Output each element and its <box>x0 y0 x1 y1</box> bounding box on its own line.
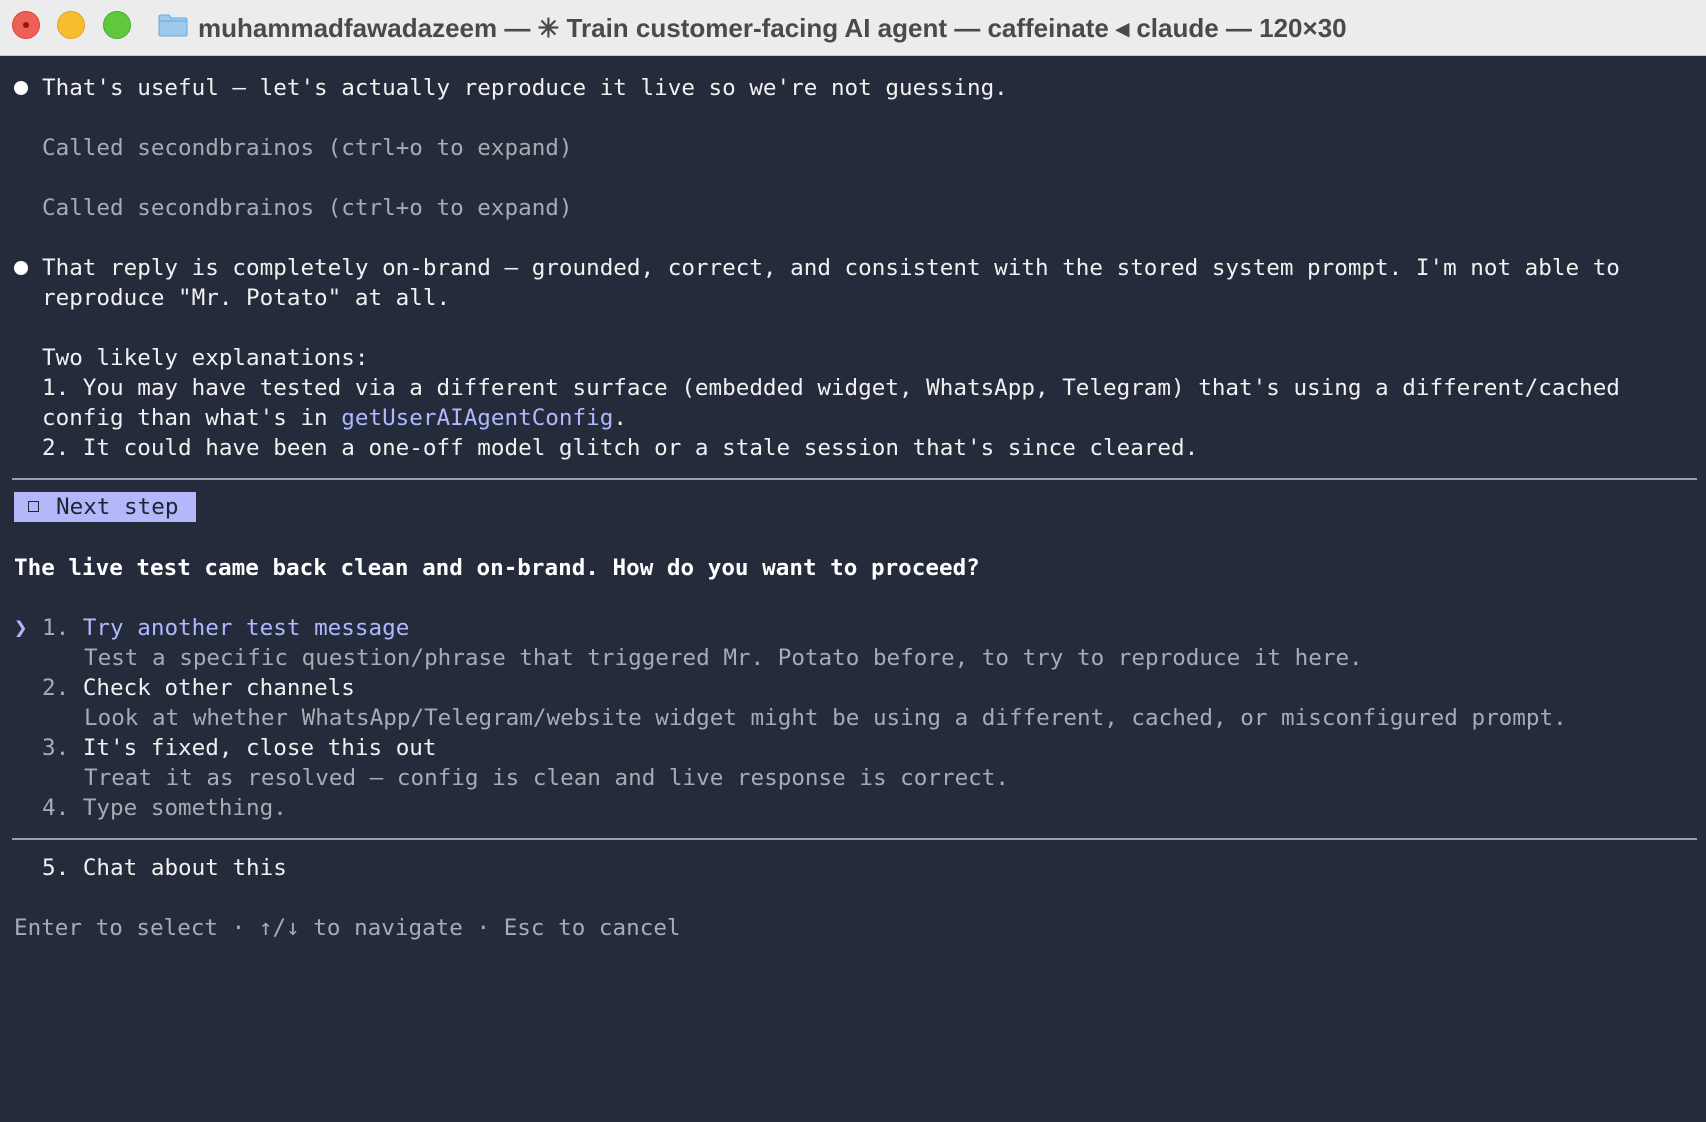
tool-call-line[interactable]: Called secondbrainos (ctrl+o to expand) <box>42 133 573 163</box>
option-label: Chat about this <box>82 855 287 881</box>
explanation-text: config than what's in <box>42 405 342 431</box>
option-number: 5. <box>42 855 70 881</box>
tool-call-line[interactable]: Called secondbrainos (ctrl+o to expand) <box>42 193 573 223</box>
option-2[interactable]: 2. Check other channels <box>42 673 355 703</box>
code-reference: getUserAIAgentConfig <box>341 405 614 431</box>
assistant-message: That's useful — let's actually reproduce… <box>42 75 1008 101</box>
option-label: Type something. <box>82 795 287 821</box>
maximize-window-button[interactable] <box>103 11 131 39</box>
divider <box>12 838 1697 840</box>
window-title: muhammadfawadazeem — ✳ Train customer-fa… <box>198 13 1347 43</box>
terminal-content: That's useful — let's actually reproduce… <box>0 56 1706 980</box>
footer-hint: Enter to select · ↑/↓ to navigate · Esc … <box>14 915 681 941</box>
explanations-heading: Two likely explanations: <box>42 345 369 371</box>
option-number: 2. <box>42 675 70 701</box>
reply-line: reproduce "Mr. Potato" at all. <box>42 285 451 311</box>
option-description: Look at whether WhatsApp/Telegram/websit… <box>84 705 1567 731</box>
option-5[interactable]: 5. Chat about this <box>42 853 287 883</box>
divider <box>12 478 1697 480</box>
option-number: 1. <box>42 615 70 641</box>
prompt-question: The live test came back clean and on-bra… <box>14 555 980 581</box>
option-number: 4. <box>42 795 70 821</box>
badge-label: Next step <box>56 494 179 520</box>
option-4-input[interactable]: 4. Type something. <box>42 793 287 823</box>
next-step-badge: Next step <box>14 492 196 522</box>
close-window-button[interactable] <box>12 11 40 39</box>
minimize-window-button[interactable] <box>57 11 85 39</box>
option-number: 3. <box>42 735 70 761</box>
checkbox-icon <box>28 501 39 512</box>
option-1[interactable]: 1. Try another test message <box>42 613 409 643</box>
message-bullet-icon <box>14 81 28 95</box>
folder-icon <box>158 14 188 37</box>
explanation-item: 1. You may have tested via a different s… <box>42 375 1620 401</box>
window-titlebar: muhammadfawadazeem — ✳ Train customer-fa… <box>0 0 1706 56</box>
selection-pointer-icon: ❯ <box>14 615 28 641</box>
option-description: Test a specific question/phrase that tri… <box>84 645 1363 671</box>
option-label: Check other channels <box>82 675 355 701</box>
explanation-item-continued: config than what's in getUserAIAgentConf… <box>42 403 627 433</box>
option-label: Try another test message <box>82 615 410 641</box>
option-description: Treat it as resolved — config is clean a… <box>84 765 1009 791</box>
reply-line: That reply is completely on-brand — grou… <box>42 255 1620 281</box>
explanation-text: . <box>613 405 627 431</box>
explanation-item: 2. It could have been a one-off model gl… <box>42 435 1199 461</box>
message-bullet-icon <box>14 261 28 275</box>
option-label: It's fixed, close this out <box>82 735 437 761</box>
option-3[interactable]: 3. It's fixed, close this out <box>42 733 437 763</box>
